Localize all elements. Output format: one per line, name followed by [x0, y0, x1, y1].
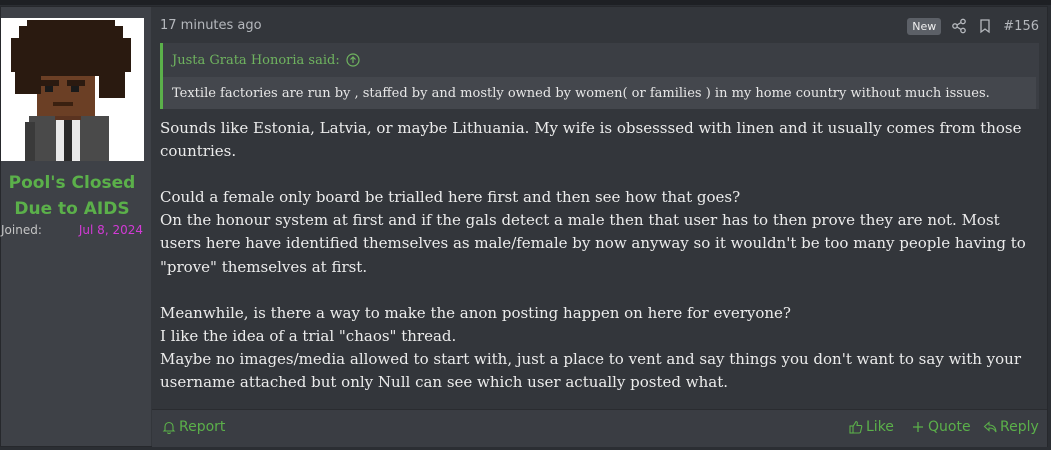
- thumb-up-icon: [849, 420, 863, 434]
- reply-icon: [983, 420, 997, 434]
- like-button[interactable]: Like: [849, 419, 894, 435]
- like-label: Like: [866, 419, 894, 435]
- reply-button[interactable]: Reply: [983, 419, 1039, 435]
- report-button[interactable]: Report: [162, 419, 225, 435]
- post-footer: Report Like Quote Reply: [152, 409, 1047, 447]
- username[interactable]: Pool's Closed Due to AIDS: [1, 170, 143, 222]
- joined-date: Jul 8, 2024: [78, 223, 143, 237]
- post-number[interactable]: #156: [1003, 19, 1039, 34]
- message-paragraph: On the honour system at first and if the…: [160, 211, 1026, 276]
- bookmark-icon[interactable]: [977, 18, 993, 34]
- message-line: I like the idea of a trial "chaos" threa…: [160, 326, 457, 345]
- username-line-2: Due to AIDS: [14, 199, 130, 219]
- post-main: 17 minutes ago New #156 Justa Grata Hono…: [152, 7, 1047, 447]
- quote-header[interactable]: Justa Grata Honoria said:: [163, 43, 1036, 77]
- quote-block: Justa Grata Honoria said: Textile factor…: [160, 43, 1039, 109]
- joined-label: Joined:: [1, 223, 42, 237]
- user-sidebar: Pool's Closed Due to AIDS Joined: Jul 8,…: [1, 7, 151, 446]
- message-line: Could a female only board be trialled he…: [160, 188, 741, 207]
- quote-label: Quote: [928, 419, 971, 435]
- bell-icon: [162, 420, 176, 435]
- up-arrow-icon[interactable]: [346, 53, 360, 67]
- top-bar: [0, 0, 1051, 5]
- avatar-image: [1, 18, 144, 161]
- post-meta-actions: New #156: [907, 16, 1039, 36]
- post-timestamp[interactable]: 17 minutes ago: [160, 18, 262, 33]
- message-line: Meanwhile, is there a way to make the an…: [160, 303, 791, 322]
- message-paragraph: Maybe no images/media allowed to start w…: [160, 349, 1021, 392]
- share-icon[interactable]: [951, 18, 967, 34]
- quote-text: Textile factories are run by , staffed b…: [163, 77, 1036, 109]
- message-paragraph: Sounds like Estonia, Latvia, or maybe Li…: [160, 119, 1022, 161]
- plus-icon: [911, 420, 925, 434]
- quote-button[interactable]: Quote: [911, 419, 971, 435]
- new-badge: New: [907, 17, 942, 35]
- avatar[interactable]: [1, 18, 144, 161]
- username-line-1: Pool's Closed: [8, 173, 136, 193]
- forum-post: Pool's Closed Due to AIDS Joined: Jul 8,…: [0, 6, 1048, 447]
- report-label: Report: [179, 419, 226, 435]
- message-body: Sounds like Estonia, Latvia, or maybe Li…: [160, 117, 1038, 394]
- reply-label: Reply: [1000, 419, 1039, 435]
- quote-author: Justa Grata Honoria said:: [172, 52, 340, 68]
